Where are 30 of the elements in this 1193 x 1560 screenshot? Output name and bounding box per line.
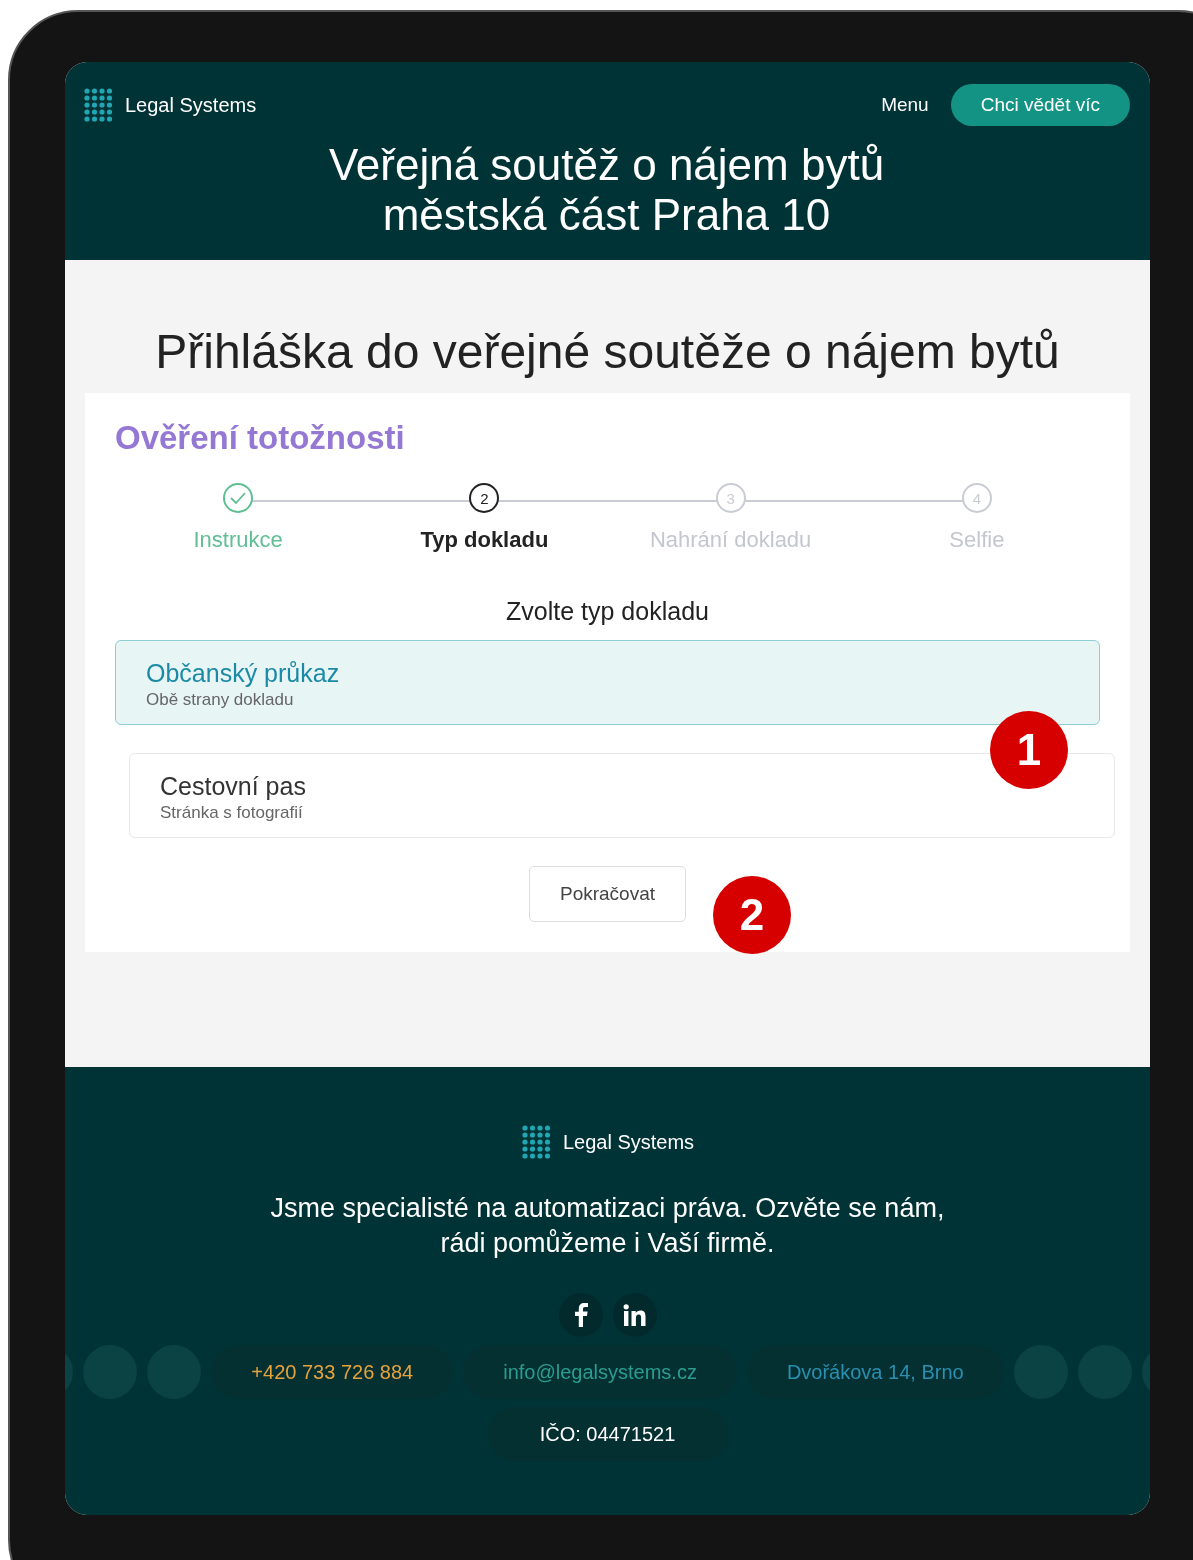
facebook-link[interactable] <box>558 1293 603 1337</box>
address-link[interactable]: Dvořákova 14, Brno <box>746 1345 1004 1399</box>
phone-link[interactable]: +420 733 726 884 <box>211 1345 454 1399</box>
logo-link[interactable]: Legal Systems <box>83 88 257 122</box>
option-subtitle: Stránka s fotografií <box>160 803 304 823</box>
company-id: IČO: 04471521 <box>487 1407 728 1461</box>
option-title: Cestovní pas <box>160 772 307 801</box>
step-label: Typ dokladu <box>420 527 549 553</box>
linkedin-icon <box>622 1304 647 1326</box>
step-indicator: 2 <box>469 483 500 513</box>
page-title: Přihláška do veřejné soutěže o nájem bytů <box>154 324 1061 379</box>
facebook-icon <box>573 1303 588 1327</box>
footer-logo[interactable]: Legal Systems <box>520 1125 695 1159</box>
card-title: Ověření totožnosti <box>115 419 406 457</box>
header-title-line: městská část Praha 10 <box>381 190 832 240</box>
option-title: Občanský průkaz <box>146 659 341 688</box>
checkmark-icon <box>230 492 247 504</box>
prompt-text: Zvolte typ dokladu <box>505 597 710 626</box>
step-label: Instrukce <box>193 527 283 553</box>
step-label: Selfie <box>949 527 1005 553</box>
document-option[interactable]: Občanský průkaz Obě strany dokladu <box>115 640 1100 725</box>
menu-button[interactable]: Menu <box>879 90 931 120</box>
step-label: Nahrání dokladu <box>649 527 812 553</box>
footer-tagline: Jsme specialisté na automatizaci práva. Ozvěte se nám, rádi pomůžeme i Vaší firmě. <box>269 1192 946 1260</box>
linkedin-link[interactable] <box>612 1293 657 1337</box>
cta-button[interactable]: Chci vědět víc <box>950 84 1130 126</box>
continue-button[interactable]: Pokračovat <box>528 866 686 922</box>
header-title-line: Veřejná soutěž o nájem bytů <box>327 140 886 190</box>
email-link[interactable]: info@legalsystems.cz <box>463 1345 737 1399</box>
option-subtitle: Obě strany dokladu <box>146 690 295 710</box>
